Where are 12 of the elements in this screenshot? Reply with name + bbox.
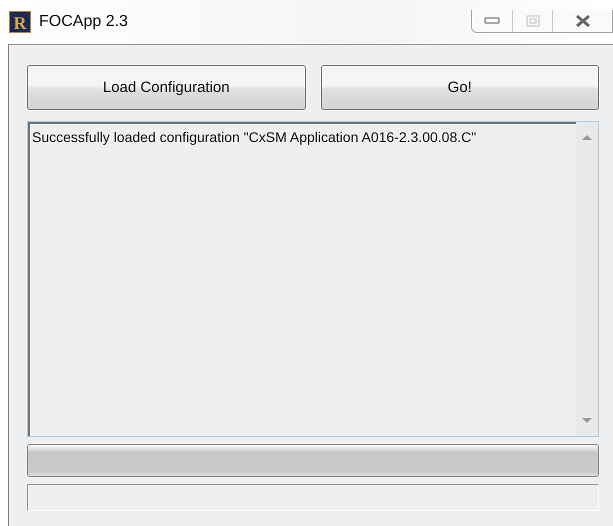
close-icon xyxy=(574,14,590,28)
minimize-icon xyxy=(484,17,500,25)
scroll-up-icon[interactable] xyxy=(582,134,592,140)
scrollbar[interactable] xyxy=(576,122,598,436)
app-logo: R xyxy=(9,11,31,33)
scroll-down-icon[interactable] xyxy=(582,418,592,424)
window-title: FOCApp 2.3 xyxy=(39,13,128,31)
maximize-icon xyxy=(526,15,540,27)
go-button[interactable]: Go! xyxy=(320,65,599,110)
load-configuration-button[interactable]: Load Configuration xyxy=(27,65,306,110)
status-field[interactable] xyxy=(27,484,599,511)
log-line: Successfully loaded configuration "CxSM Application A016-2.3.00.08.C" xyxy=(32,129,478,145)
